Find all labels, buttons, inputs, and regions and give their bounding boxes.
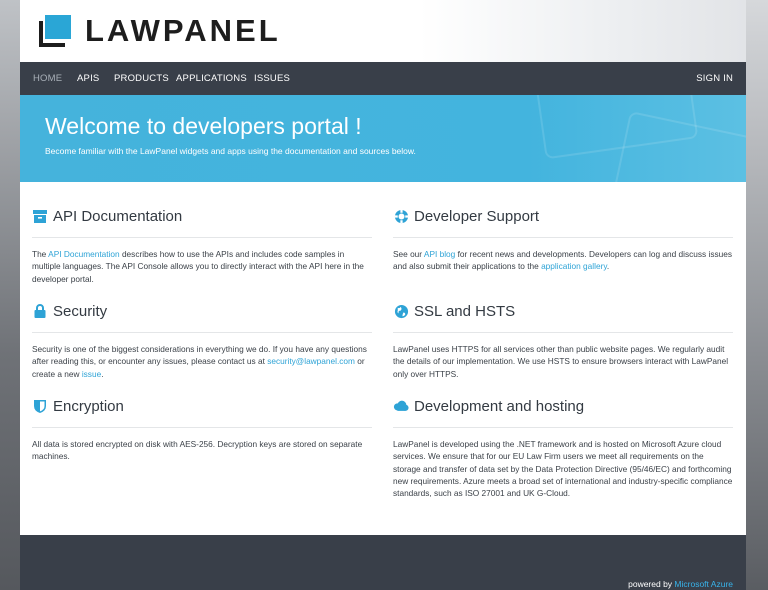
background-decoration	[0, 0, 20, 590]
nav-item-products[interactable]: PRODUCTS	[114, 62, 169, 95]
section-text: The API Documentation describes how to u…	[32, 248, 372, 285]
site-footer: powered by Microsoft Azure	[20, 535, 746, 590]
section-title: API Documentation	[53, 207, 183, 225]
archive-icon	[32, 208, 48, 224]
section-heading: Encryption	[32, 391, 372, 428]
hero-subtitle: Become familiar with the LawPanel widget…	[45, 146, 416, 156]
main-content: API Documentation The API Documentation …	[20, 182, 746, 535]
text-fragment: .	[101, 368, 104, 379]
issue-link[interactable]: issue	[82, 369, 101, 379]
nav-item-applications[interactable]: APPLICATIONS	[176, 62, 247, 95]
hero-decoration	[612, 110, 746, 182]
text-fragment: .	[606, 261, 610, 272]
globe-icon	[393, 303, 409, 319]
section-heading: Security	[32, 296, 372, 333]
section-text: LawPanel is developed using the .NET fra…	[393, 439, 733, 499]
site-header: LAWPANEL	[20, 0, 746, 62]
sign-in-link[interactable]: SIGN IN	[696, 62, 733, 95]
section-heading: SSL and HSTS	[393, 296, 733, 333]
api-documentation-section: API Documentation The API Documentation …	[32, 201, 372, 285]
ssl-hsts-section: SSL and HSTS LawPanel uses HTTPS for all…	[393, 296, 733, 380]
security-section: Security Security is one of the biggest …	[32, 296, 372, 380]
section-title: Security	[53, 302, 108, 320]
section-text: All data is stored encrypted on disk wit…	[32, 439, 363, 462]
section-heading: Developer Support	[393, 201, 733, 238]
hero-banner: Welcome to developers portal ! Become fa…	[20, 95, 746, 182]
brand-name: LAWPANEL	[85, 13, 281, 48]
microsoft-azure-link[interactable]: Microsoft Azure	[674, 579, 733, 589]
section-text: Security is one of the biggest considera…	[32, 343, 372, 380]
section-title: Encryption	[53, 397, 124, 415]
section-heading: Development and hosting	[393, 391, 733, 428]
section-title: SSL and HSTS	[414, 302, 516, 320]
text-fragment: See our	[393, 249, 424, 259]
hosting-section: Development and hosting LawPanel is deve…	[393, 391, 733, 499]
section-text: LawPanel uses HTTPS for all services oth…	[393, 344, 729, 379]
developer-support-section: Developer Support See our API blog for r…	[393, 201, 733, 273]
lifebuoy-icon	[393, 208, 409, 224]
section-title: Development and hosting	[414, 397, 585, 415]
portal-page: LAWPANEL HOME APIS PRODUCTS APPLICATIONS…	[20, 0, 746, 590]
logo-mark-icon	[39, 15, 73, 47]
powered-by-label: powered by	[628, 579, 675, 589]
lock-icon	[32, 303, 48, 319]
brand-logo[interactable]: LAWPANEL	[39, 15, 281, 47]
powered-by: powered by Microsoft Azure	[628, 579, 733, 589]
shield-icon	[32, 398, 48, 414]
api-blog-link[interactable]: API blog	[424, 249, 455, 259]
text-fragment: The	[32, 249, 49, 259]
background-decoration	[746, 0, 768, 590]
cloud-icon	[393, 398, 409, 414]
main-nav: HOME APIS PRODUCTS APPLICATIONS ISSUES S…	[20, 62, 746, 95]
nav-item-apis[interactable]: APIS	[77, 62, 99, 95]
section-title: Developer Support	[414, 207, 540, 225]
encryption-section: Encryption All data is stored encrypted …	[32, 391, 372, 463]
nav-item-home[interactable]: HOME	[33, 62, 62, 95]
section-text: See our API blog for recent news and dev…	[393, 248, 733, 273]
api-documentation-link[interactable]: API Documentation	[48, 249, 119, 259]
application-gallery-link[interactable]: application gallery	[541, 261, 607, 271]
security-email-link[interactable]: security@lawpanel.com	[267, 356, 355, 366]
section-heading: API Documentation	[32, 201, 372, 238]
hero-title: Welcome to developers portal !	[45, 113, 362, 139]
nav-item-issues[interactable]: ISSUES	[254, 62, 290, 95]
